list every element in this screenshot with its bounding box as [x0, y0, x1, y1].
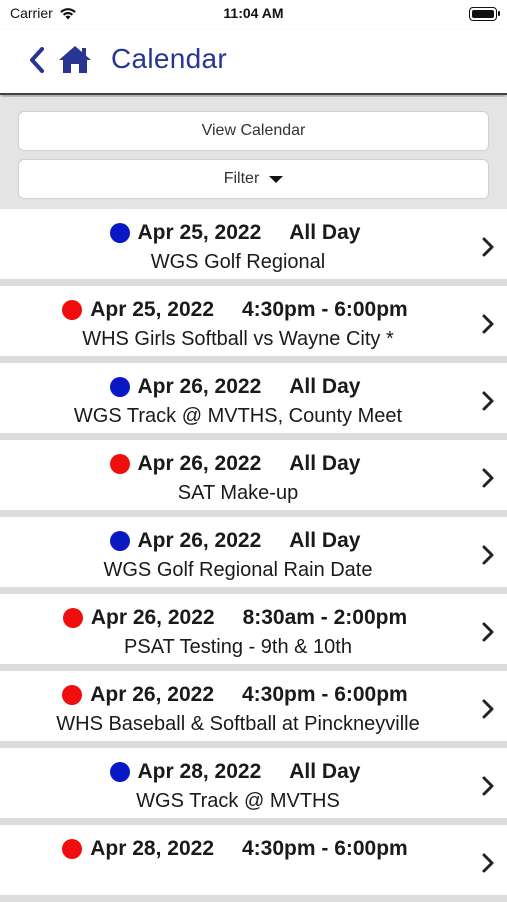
event-title: WGS Track @ MVTHS: [136, 790, 340, 812]
event-header: Apr 26, 2022 8:30am - 2:00pm: [0, 606, 470, 630]
category-dot-icon: [109, 223, 130, 243]
event-date: Apr 26, 2022: [137, 529, 262, 552]
chevron-right-icon: [482, 776, 494, 796]
event-date: Apr 25, 2022: [90, 298, 214, 321]
event-time: All Day: [289, 221, 361, 244]
chevron-right-icon: [482, 391, 494, 411]
event-time: All Day: [289, 529, 361, 552]
event-title: WGS Golf Regional: [150, 251, 326, 273]
home-icon[interactable]: [57, 44, 93, 74]
navigation-bar: Calendar: [0, 30, 507, 95]
event-title: WHS Girls Softball vs Wayne City *: [82, 328, 394, 350]
event-header: Apr 26, 2022 4:30pm - 6:00pm: [0, 683, 470, 707]
category-dot-icon: [109, 762, 130, 782]
event-header: Apr 28, 2022 4:30pm - 6:00pm: [0, 837, 470, 861]
event-date: Apr 26, 2022: [90, 683, 214, 706]
filter-button[interactable]: Filter: [18, 159, 489, 199]
event-time: All Day: [289, 375, 361, 398]
event-title: SAT Make-up: [177, 482, 299, 504]
battery-level: [472, 10, 494, 18]
event-list: Apr 25, 2022 All Day WGS Golf Regional Apr …: [0, 209, 507, 902]
chevron-right-icon: [482, 853, 494, 873]
category-dot-icon: [109, 377, 130, 397]
event-row[interactable]: Apr 26, 2022 All Day SAT Make-up: [0, 440, 507, 517]
event-time: All Day: [289, 452, 361, 475]
event-row[interactable]: Apr 28, 2022 All Day WGS Track @ MVTHS: [0, 748, 507, 825]
event-date: Apr 28, 2022: [137, 760, 262, 783]
event-title: WGS Track @ MVTHS, County Meet: [73, 405, 403, 427]
event-header: Apr 28, 2022 All Day: [0, 760, 470, 784]
category-dot-icon: [109, 454, 130, 474]
event-row[interactable]: Apr 26, 2022 All Day WGS Track @ MVTHS, Co…: [0, 363, 507, 440]
category-dot-icon: [62, 608, 83, 628]
event-header: Apr 26, 2022 All Day: [0, 375, 470, 399]
event-row[interactable]: Apr 26, 2022 4:30pm - 6:00pm WHS Baseball …: [0, 671, 507, 748]
event-date: Apr 26, 2022: [137, 375, 262, 398]
event-header: Apr 26, 2022 All Day: [0, 452, 470, 476]
view-calendar-button[interactable]: View Calendar: [18, 111, 489, 151]
status-time: 11:04 AM: [223, 5, 284, 21]
event-row[interactable]: Apr 25, 2022 4:30pm - 6:00pm WHS Girls Sof…: [0, 286, 507, 363]
chevron-right-icon: [482, 468, 494, 488]
chevron-right-icon: [482, 237, 494, 257]
event-header: Apr 25, 2022 All Day: [0, 221, 470, 245]
event-row[interactable]: Apr 25, 2022 All Day WGS Golf Regional: [0, 209, 507, 286]
category-dot-icon: [109, 531, 130, 551]
event-date: Apr 25, 2022: [137, 221, 262, 244]
category-dot-icon: [62, 685, 83, 705]
status-bar: Carrier 11:04 AM: [0, 0, 507, 30]
event-date: Apr 26, 2022: [90, 606, 215, 629]
view-calendar-label: View Calendar: [201, 122, 306, 139]
category-dot-icon: [62, 300, 83, 320]
chevron-right-icon: [482, 314, 494, 334]
battery-icon: [469, 7, 500, 21]
event-time: 4:30pm - 6:00pm: [242, 683, 408, 706]
category-dot-icon: [62, 839, 83, 859]
event-title: WHS Baseball & Softball at Pinckneyville: [56, 713, 420, 735]
event-row[interactable]: Apr 28, 2022 4:30pm - 6:00pm: [0, 825, 507, 902]
calendar-controls: View Calendar Filter: [0, 97, 507, 209]
page-title: Calendar: [111, 43, 228, 74]
chevron-right-icon: [482, 699, 494, 719]
event-date: Apr 26, 2022: [137, 452, 262, 475]
event-title: WGS Golf Regional Rain Date: [103, 559, 373, 581]
event-time: 4:30pm - 6:00pm: [242, 298, 408, 321]
chevron-left-icon[interactable]: [26, 46, 48, 74]
event-header: Apr 26, 2022 All Day: [0, 529, 470, 553]
chevron-right-icon: [482, 545, 494, 565]
event-time: 4:30pm - 6:00pm: [242, 837, 408, 860]
caret-down-icon: [269, 176, 284, 183]
event-date: Apr 28, 2022: [90, 837, 214, 860]
event-title: PSAT Testing - 9th & 10th: [124, 636, 352, 658]
event-time: 8:30am - 2:00pm: [242, 606, 408, 629]
event-row[interactable]: Apr 26, 2022 All Day WGS Golf Regional Rai…: [0, 517, 507, 594]
event-header: Apr 25, 2022 4:30pm - 6:00pm: [0, 298, 470, 322]
event-time: All Day: [289, 760, 361, 783]
chevron-right-icon: [482, 622, 494, 642]
filter-label: Filter: [223, 170, 260, 187]
event-row[interactable]: Apr 26, 2022 8:30am - 2:00pm PSAT Testing …: [0, 594, 507, 671]
